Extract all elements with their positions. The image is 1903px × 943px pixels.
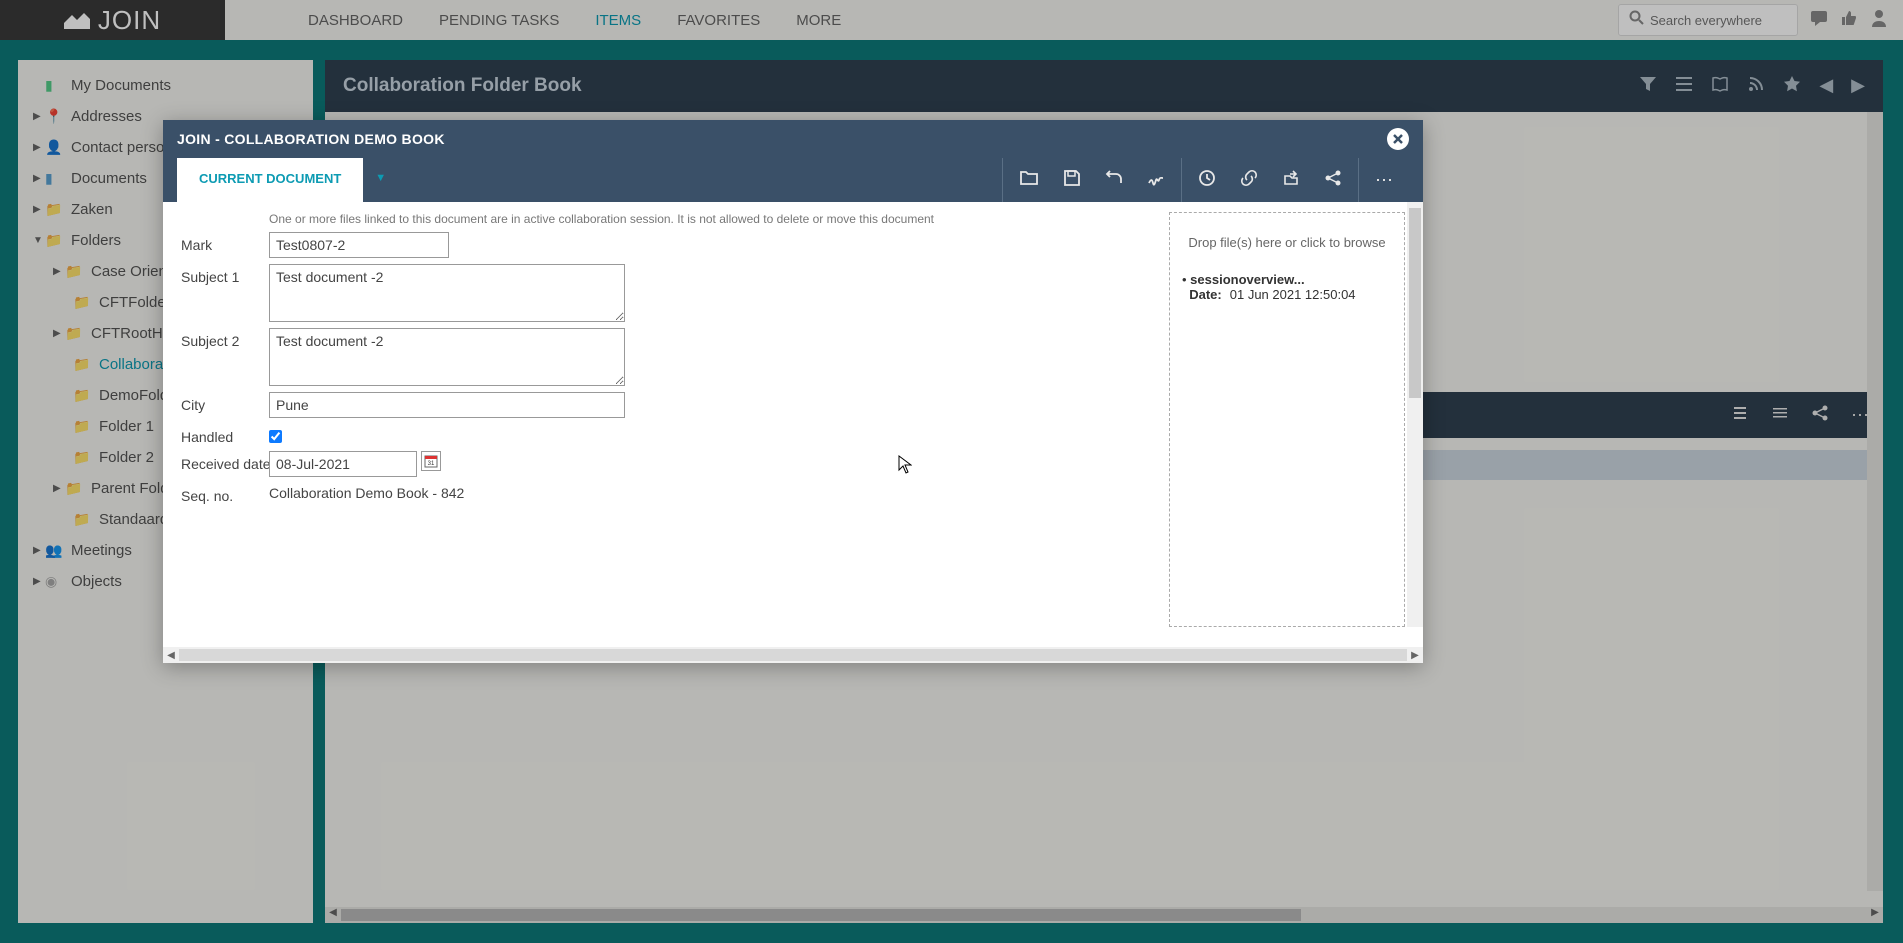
label-mark: Mark — [181, 232, 269, 253]
tab-current-document[interactable]: CURRENT DOCUMENT — [177, 158, 363, 202]
value-seq: Collaboration Demo Book - 842 — [269, 483, 464, 501]
drop-zone[interactable]: Drop file(s) here or click to browse • s… — [1169, 212, 1405, 627]
signature-icon[interactable] — [1135, 169, 1177, 192]
calendar-icon[interactable]: 31 — [421, 451, 441, 471]
export-icon[interactable] — [1270, 169, 1312, 192]
file-item[interactable]: • sessionoverview... Date:01 Jun 2021 12… — [1182, 272, 1392, 302]
document-modal: JOIN - COLLABORATION DEMO BOOK CURRENT D… — [163, 120, 1423, 663]
modal-vertical-scrollbar[interactable] — [1407, 202, 1423, 627]
drop-text: Drop file(s) here or click to browse — [1182, 235, 1392, 250]
input-mark[interactable] — [269, 232, 449, 258]
input-subject1[interactable] — [269, 264, 625, 322]
open-folder-icon[interactable] — [1007, 169, 1051, 192]
label-subject2: Subject 2 — [181, 328, 269, 349]
label-seq: Seq. no. — [181, 483, 269, 504]
link-icon[interactable] — [1228, 169, 1270, 192]
undo-icon[interactable] — [1093, 169, 1135, 192]
modal-body: One or more files linked to this documen… — [163, 202, 1423, 647]
input-subject2[interactable] — [269, 328, 625, 386]
file-name: sessionoverview... — [1190, 272, 1304, 287]
save-icon[interactable] — [1051, 169, 1093, 192]
history-icon[interactable] — [1186, 169, 1228, 192]
label-received: Received date — [181, 451, 269, 472]
label-city: City — [181, 392, 269, 413]
share-icon[interactable] — [1312, 169, 1354, 192]
tab-dropdown-icon[interactable]: ▼ — [363, 158, 398, 202]
label-subject1: Subject 1 — [181, 264, 269, 285]
input-city[interactable] — [269, 392, 625, 418]
label-handled: Handled — [181, 424, 269, 445]
svg-text:31: 31 — [428, 461, 435, 467]
input-received-date[interactable] — [269, 451, 417, 477]
close-button[interactable] — [1387, 128, 1409, 150]
warning-text: One or more files linked to this documen… — [269, 212, 1149, 226]
modal-horizontal-scrollbar[interactable]: ◀▶ — [163, 647, 1423, 663]
checkbox-handled[interactable] — [269, 430, 282, 443]
more-icon[interactable]: ⋯ — [1363, 170, 1405, 191]
modal-title: JOIN - COLLABORATION DEMO BOOK — [177, 131, 1387, 147]
file-date-value: 01 Jun 2021 12:50:04 — [1230, 287, 1356, 302]
modal-tab-bar: CURRENT DOCUMENT ▼ ⋯ — [163, 158, 1423, 202]
modal-header: JOIN - COLLABORATION DEMO BOOK — [163, 120, 1423, 158]
file-date-label: Date: — [1189, 287, 1222, 302]
